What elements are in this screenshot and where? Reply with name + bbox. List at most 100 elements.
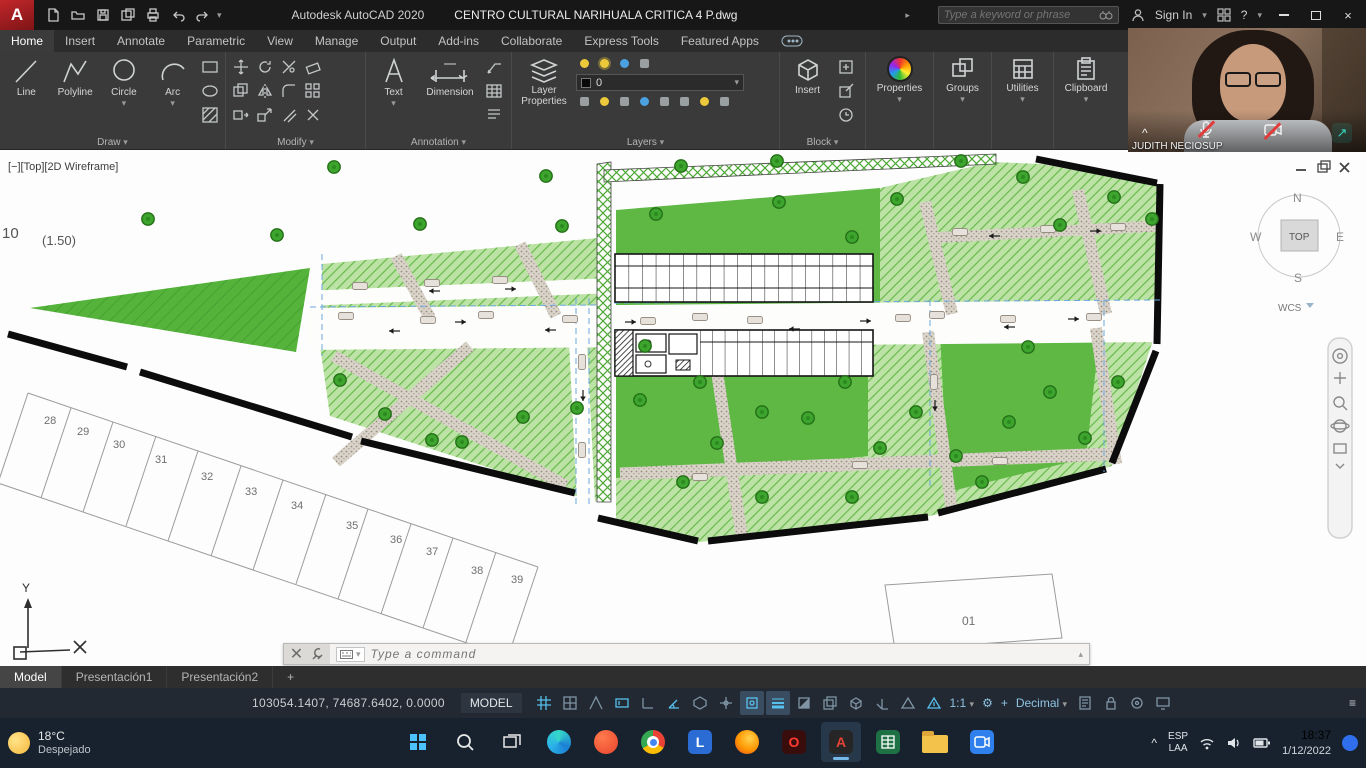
tab-manage[interactable]: Manage	[304, 30, 369, 52]
workspace-gear-icon[interactable]: ⚙	[982, 696, 993, 710]
layer-tool-5-icon[interactable]	[656, 94, 673, 109]
ribbon-options-icon[interactable]	[770, 30, 814, 52]
snap-mode-icon[interactable]	[558, 691, 582, 715]
compass-n[interactable]: N	[1293, 191, 1302, 205]
layer-sun-icon[interactable]	[596, 56, 613, 71]
lineweight-icon[interactable]	[765, 691, 790, 715]
ellipse-tool-icon[interactable]	[199, 80, 221, 102]
autocad-logo[interactable]: A	[0, 0, 34, 30]
weather-widget[interactable]: 18°C Despejado	[8, 729, 91, 758]
search-binoculars-icon[interactable]	[1099, 9, 1113, 21]
erase-icon[interactable]	[302, 56, 324, 78]
new-layout-button[interactable]: +	[273, 666, 308, 688]
wifi-icon[interactable]	[1199, 736, 1215, 750]
array-icon[interactable]	[302, 80, 324, 102]
mirror-icon[interactable]	[254, 80, 276, 102]
command-close-icon[interactable]: ✕	[290, 644, 303, 664]
3d-osnap-icon[interactable]	[844, 691, 868, 715]
layer-on-icon[interactable]	[576, 56, 593, 71]
leader-icon[interactable]	[483, 56, 505, 78]
battery-icon[interactable]	[1253, 737, 1271, 749]
search-type-icon[interactable]: ▸	[905, 10, 910, 20]
panel-groups[interactable]: Groups ▾	[934, 52, 992, 149]
rectangle-tool-icon[interactable]	[199, 56, 221, 78]
compass-w[interactable]: W	[1250, 230, 1262, 244]
layer-properties-button[interactable]: Layer Properties	[516, 56, 572, 133]
quick-properties-icon[interactable]	[1073, 691, 1097, 715]
close-button[interactable]: ×	[1334, 4, 1362, 26]
customization-menu-icon[interactable]: ≡	[1349, 696, 1356, 710]
hatch-tool-icon[interactable]	[199, 104, 221, 126]
isolate-objects-icon[interactable]	[1125, 691, 1149, 715]
stretch-icon[interactable]	[230, 104, 252, 126]
text-button[interactable]: Text ▾	[370, 56, 417, 133]
command-line[interactable]: ✕ ▾ ▴	[283, 643, 1090, 665]
line-button[interactable]: Line	[4, 56, 49, 133]
navigation-bar[interactable]	[1327, 337, 1353, 539]
viewcube-top-label[interactable]: TOP	[1289, 232, 1310, 243]
trim-icon[interactable]	[278, 56, 300, 78]
offset-icon[interactable]	[278, 104, 300, 126]
camera-off-icon[interactable]	[1264, 123, 1282, 142]
dynamic-ucs-icon[interactable]	[870, 691, 894, 715]
tab-presentacion1[interactable]: Presentación1	[62, 666, 168, 688]
app-camera-icon[interactable]	[962, 722, 1002, 762]
layer-tool-3-icon[interactable]	[616, 94, 633, 109]
help-icon[interactable]: ?	[1241, 8, 1248, 22]
new-file-icon[interactable]	[42, 5, 64, 25]
qat-menu-icon[interactable]: ▾	[217, 10, 222, 20]
compass-s[interactable]: S	[1294, 271, 1302, 285]
tab-featured-apps[interactable]: Featured Apps	[670, 30, 770, 52]
webcam-popout-icon[interactable]: ↗	[1331, 122, 1352, 143]
command-recent-icon[interactable]: ▾	[336, 646, 365, 662]
drawing-canvas[interactable]: 28 29 30 31 32 33 34 35 36 37 38 39 01 Y…	[0, 150, 1366, 666]
tab-express-tools[interactable]: Express Tools	[573, 30, 669, 52]
dimension-button[interactable]: Dimension	[421, 56, 479, 133]
sign-in-chevron-icon[interactable]: ▾	[1202, 10, 1207, 20]
ortho-mode-icon[interactable]	[636, 691, 660, 715]
transparency-icon[interactable]	[792, 691, 816, 715]
volume-icon[interactable]	[1226, 736, 1242, 750]
app-opera-icon[interactable]: O	[774, 722, 814, 762]
language-indicator[interactable]: ESP LAA	[1168, 731, 1188, 755]
grid-icon[interactable]	[532, 691, 556, 715]
notification-badge-icon[interactable]	[1342, 735, 1358, 751]
block-panel-label[interactable]: Block ▾	[780, 137, 865, 148]
taskbar-search-icon[interactable]	[445, 722, 485, 762]
maximize-button[interactable]	[1302, 4, 1330, 26]
command-input[interactable]	[370, 647, 1079, 661]
modify-panel-label[interactable]: Modify ▾	[226, 137, 365, 148]
tab-annotate[interactable]: Annotate	[106, 30, 176, 52]
compass-e[interactable]: E	[1336, 230, 1344, 244]
open-file-icon[interactable]	[67, 5, 89, 25]
mtext-icon[interactable]	[483, 104, 505, 126]
app-store-icon[interactable]	[1217, 8, 1231, 22]
panel-properties[interactable]: Properties ▾	[866, 52, 934, 149]
block-attributes-icon[interactable]	[835, 104, 857, 126]
copy-icon[interactable]	[230, 80, 252, 102]
help-chevron-icon[interactable]: ▾	[1257, 10, 1262, 20]
model-space-button[interactable]: MODEL	[460, 693, 522, 713]
layer-tool-2-icon[interactable]	[596, 94, 613, 109]
tab-home[interactable]: Home	[0, 30, 55, 52]
app-spreadsheet-icon[interactable]	[868, 722, 908, 762]
polar-tracking-icon[interactable]	[662, 691, 686, 715]
redo-icon[interactable]	[192, 5, 214, 25]
app-edge-icon[interactable]	[539, 722, 579, 762]
start-button[interactable]	[398, 722, 438, 762]
panel-utilities[interactable]: Utilities ▾	[992, 52, 1054, 149]
draw-panel-label[interactable]: Draw ▾	[0, 137, 225, 148]
save-as-icon[interactable]	[117, 5, 139, 25]
plot-icon[interactable]	[142, 5, 164, 25]
polyline-button[interactable]: Polyline	[53, 56, 98, 133]
circle-button[interactable]: Circle ▾	[102, 56, 147, 133]
webcam-overlay[interactable]: ^ ↗ JUDITH NECIOSUP	[1128, 28, 1366, 152]
rotate-icon[interactable]	[254, 56, 276, 78]
save-icon[interactable]	[92, 5, 114, 25]
search-input[interactable]	[943, 9, 1094, 21]
dynamic-input-icon[interactable]	[610, 691, 634, 715]
layer-tool-7-icon[interactable]	[696, 94, 713, 109]
sign-in-label[interactable]: Sign In	[1155, 8, 1192, 22]
user-icon[interactable]	[1131, 8, 1145, 22]
clock[interactable]: 18:37 1/12/2022	[1282, 728, 1331, 758]
